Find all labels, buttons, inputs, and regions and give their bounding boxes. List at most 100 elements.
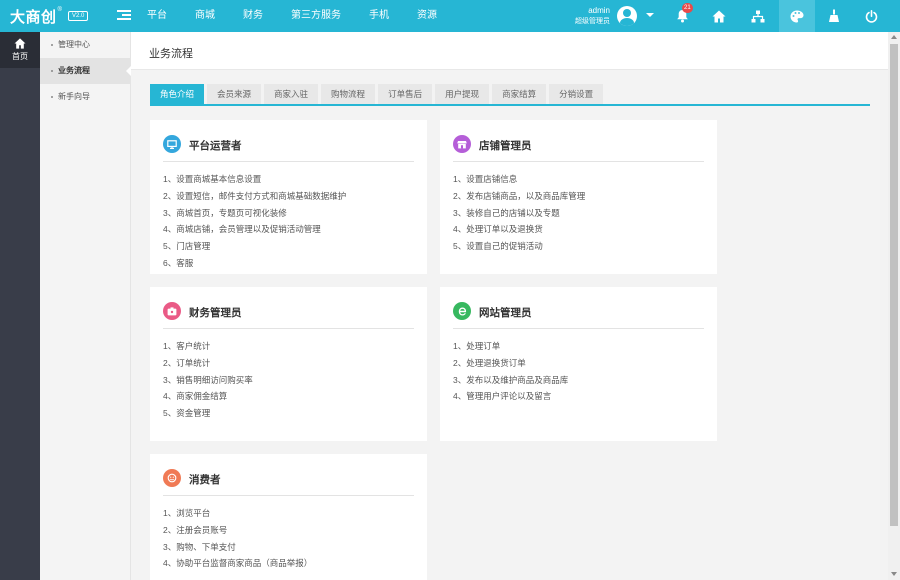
card-header: 网站管理员 <box>453 301 704 329</box>
tab-after-sales[interactable]: 订单售后 <box>378 84 433 104</box>
submenu-item-business-flow[interactable]: 业务流程 <box>40 58 131 84</box>
submenu-item-admin-center[interactable]: 管理中心 <box>40 32 130 58</box>
vertical-scrollbar[interactable] <box>888 32 900 580</box>
rail-home[interactable]: 首页 <box>0 32 40 68</box>
list-item: 1、浏览平台 <box>163 508 211 518</box>
scroll-down-icon[interactable] <box>891 572 897 576</box>
tab-merchant-join[interactable]: 商家入驻 <box>264 84 319 104</box>
list-item: 3、装修自己的店铺以及专题 <box>453 207 560 218</box>
logout-button[interactable] <box>853 0 889 32</box>
notification-badge: 21 <box>682 3 693 13</box>
list-item: 2、发布店铺商品，以及商品库管理 <box>453 190 586 201</box>
card-list: 1、处理订单 2、处理退换货订单 3、发布以及维护商品及商品库 4、管理用户评论… <box>453 338 568 405</box>
wallet-icon <box>163 302 181 320</box>
list-item: 3、销售明细访问购买率 <box>163 374 253 385</box>
palette-icon <box>790 10 804 22</box>
card-title: 平台运营者 <box>189 140 242 152</box>
scroll-thumb[interactable] <box>890 44 898 526</box>
tab-bar: 角色介绍 会员来源 商家入驻 购物流程 订单售后 用户提现 商家结算 分销设置 <box>150 84 870 106</box>
version-badge: V2.0 <box>67 11 89 21</box>
theme-button[interactable] <box>779 0 815 32</box>
user-icon <box>163 469 181 487</box>
submenu-item-beginner-guide[interactable]: 新手向导 <box>40 84 130 110</box>
nav-finance[interactable]: 财务 <box>234 0 272 32</box>
nav-resources[interactable]: 资源 <box>408 0 446 32</box>
list-item: 2、注册会员账号 <box>163 524 228 535</box>
tab-member-source[interactable]: 会员来源 <box>207 84 262 104</box>
tab-shopping-flow[interactable]: 购物流程 <box>321 84 376 104</box>
user-role: 超级管理员 <box>575 18 610 25</box>
list-item: 3、商城首页，专题页可视化装修 <box>163 207 287 218</box>
user-menu[interactable]: admin 超级管理员 <box>566 4 660 28</box>
notifications-button[interactable]: 21 <box>664 0 700 32</box>
chevron-down-icon[interactable] <box>646 13 654 17</box>
card-header: 财务管理员 <box>163 301 414 329</box>
home-button[interactable] <box>701 0 737 32</box>
top-bar: 大商创 ® V2.0 平台 商城 财务 第三方服务 手机 资源 admin 超级… <box>0 0 900 32</box>
logo[interactable]: 大商创 ® V2.0 <box>10 5 110 27</box>
scroll-up-icon[interactable] <box>891 35 897 39</box>
list-item: 1、设置商城基本信息设置 <box>163 174 262 184</box>
sitemap-button[interactable] <box>740 0 776 32</box>
card-list: 1、设置商城基本信息设置 2、设置短信，邮件支付方式和商城基础数据维护 3、商城… <box>163 171 346 272</box>
card-list: 1、浏览平台 2、注册会员账号 3、购物、下单支付 4、协助平台监督商家商品（商… <box>163 505 312 572</box>
card-header: 平台运营者 <box>163 134 414 162</box>
card-title: 财务管理员 <box>189 307 242 319</box>
list-item: 5、资金管理 <box>163 408 211 419</box>
nav-mall[interactable]: 商城 <box>186 0 224 32</box>
tab-merchant-settlement[interactable]: 商家结算 <box>492 84 547 104</box>
rail-home-label: 首页 <box>12 52 28 61</box>
role-card-consumer: 消费者 1、浏览平台 2、注册会员账号 3、购物、下单支付 4、协助平台监督商家… <box>150 454 427 580</box>
tab-user-withdraw[interactable]: 用户提现 <box>435 84 490 104</box>
card-header: 店铺管理员 <box>453 134 704 162</box>
list-item: 1、设置店铺信息 <box>453 174 518 184</box>
registered-mark: ® <box>57 7 62 13</box>
main-content: 业务流程 角色介绍 会员来源 商家入驻 购物流程 订单售后 用户提现 商家结算 … <box>131 32 888 580</box>
clear-cache-button[interactable] <box>816 0 852 32</box>
sitemap-icon <box>751 10 765 22</box>
monitor-icon <box>163 135 181 153</box>
role-card-store-manager: 店铺管理员 1、设置店铺信息 2、发布店铺商品，以及商品库管理 3、装修自己的店… <box>440 120 717 274</box>
icon-rail: 首页 <box>0 32 40 580</box>
logo-text: 大商创 <box>10 7 57 26</box>
list-item: 2、处理退换货订单 <box>453 357 526 368</box>
role-card-site-manager: 网站管理员 1、处理订单 2、处理退换货订单 3、发布以及维护商品及商品库 4、… <box>440 287 717 441</box>
list-item: 3、购物、下单支付 <box>163 541 236 552</box>
list-item: 1、处理订单 <box>453 341 501 351</box>
power-icon <box>865 9 877 23</box>
nav-third-party[interactable]: 第三方服务 <box>282 0 350 32</box>
home-icon <box>14 38 26 49</box>
avatar[interactable] <box>617 6 637 26</box>
page-title: 业务流程 <box>149 48 193 60</box>
page-header: 业务流程 <box>131 32 888 70</box>
list-item: 5、门店管理 <box>163 241 211 252</box>
role-card-finance-manager: 财务管理员 1、客户统计 2、订单统计 3、销售明细访问购买率 4、商家佣金结算… <box>150 287 427 441</box>
nav-platform[interactable]: 平台 <box>138 0 176 32</box>
list-item: 1、客户统计 <box>163 341 211 351</box>
card-title: 消费者 <box>189 474 221 486</box>
ie-icon <box>453 302 471 320</box>
list-item: 2、设置短信，邮件支付方式和商城基础数据维护 <box>163 190 347 201</box>
nav-mobile[interactable]: 手机 <box>360 0 398 32</box>
card-list: 1、客户统计 2、订单统计 3、销售明细访问购买率 4、商家佣金结算 5、资金管… <box>163 338 253 422</box>
tab-role-intro[interactable]: 角色介绍 <box>150 84 205 104</box>
card-title: 店铺管理员 <box>479 140 532 152</box>
card-header: 消费者 <box>163 468 414 496</box>
top-nav: 平台 商城 财务 第三方服务 手机 资源 <box>138 0 456 32</box>
list-item: 4、管理用户评论以及留言 <box>453 391 552 402</box>
menu-toggle-icon[interactable] <box>117 10 131 22</box>
list-item: 4、商家佣金结算 <box>163 391 228 402</box>
list-item: 6、客服 <box>163 257 194 268</box>
role-card-platform-operator: 平台运营者 1、设置商城基本信息设置 2、设置短信，邮件支付方式和商城基础数据维… <box>150 120 427 274</box>
store-icon <box>453 135 471 153</box>
card-title: 网站管理员 <box>479 307 532 319</box>
broom-icon <box>829 9 839 22</box>
list-item: 3、发布以及维护商品及商品库 <box>453 374 569 385</box>
list-item: 4、商城店铺，会员管理以及促销活动管理 <box>163 224 321 235</box>
list-item: 2、订单统计 <box>163 357 211 368</box>
list-item: 5、设置自己的促销活动 <box>453 241 543 252</box>
list-item: 4、处理订单以及退换货 <box>453 224 543 235</box>
sub-menu: 管理中心 业务流程 新手向导 <box>40 32 131 580</box>
home-icon <box>712 10 726 22</box>
tab-distribution-settings[interactable]: 分销设置 <box>549 84 604 104</box>
